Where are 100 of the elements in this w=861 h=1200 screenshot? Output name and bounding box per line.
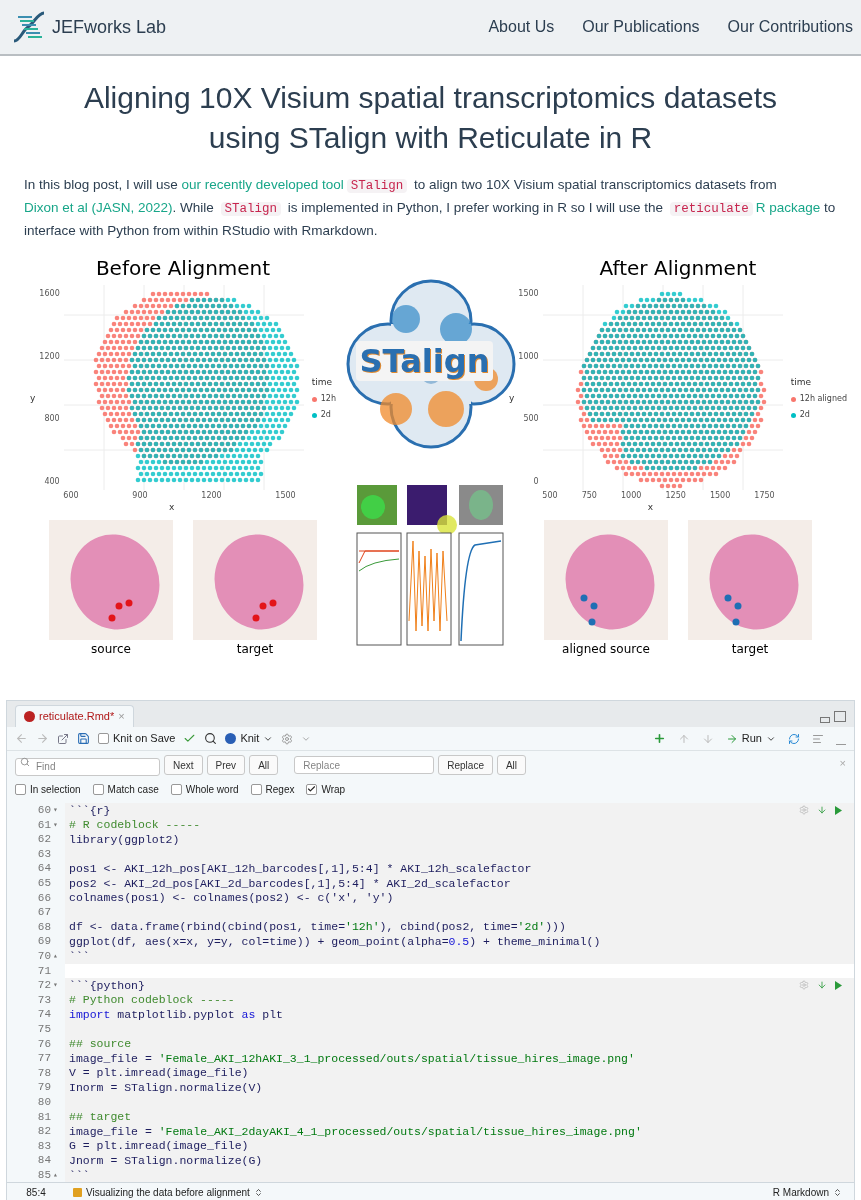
search-option[interactable]: Wrap	[306, 781, 346, 797]
image-caption: source	[91, 641, 131, 658]
image-caption: target	[236, 641, 274, 658]
publish-icon[interactable]	[788, 732, 800, 745]
code-line: df <- data.frame(rbind(cbind(pos1, time='12h'), cbind(pos2, time='2d')))	[68, 919, 566, 936]
up-down-chevron-icon	[253, 1188, 263, 1198]
code-line: ```{python}	[68, 977, 145, 994]
maximize-icon[interactable]	[834, 711, 846, 722]
line-number: 78	[37, 1065, 51, 1081]
checkbox[interactable]	[98, 733, 109, 744]
run-chunk-icon[interactable]	[835, 980, 842, 990]
replace-button[interactable]: Replace	[438, 755, 493, 775]
find-field[interactable]: Find	[15, 757, 160, 776]
tick-label: 750	[581, 490, 597, 502]
line-number: 61	[37, 817, 51, 833]
tick-label: 0	[532, 476, 539, 486]
save-icon[interactable]	[77, 732, 90, 745]
tick-label: 1250	[665, 490, 686, 502]
tick-label: 1500	[275, 490, 296, 502]
line-number: 81	[37, 1109, 51, 1125]
replace-field[interactable]: Replace	[294, 756, 435, 774]
search-option[interactable]: Match case	[92, 781, 159, 797]
nav-link[interactable]: About Us	[488, 15, 555, 39]
find-button[interactable]: Next	[164, 755, 203, 775]
code-line: image_file = 'Female_AKI_2dayAKI_4_1_processed/outs/spatial/tissue_hires_image.png'	[68, 1123, 642, 1140]
image-caption: aligned source	[562, 641, 650, 658]
line-number: 70	[37, 949, 51, 964]
find-button[interactable]: All	[249, 755, 279, 775]
line-number: 66	[37, 890, 51, 906]
nav-link[interactable]: Our Publications	[582, 15, 700, 39]
knit-button[interactable]: Knit	[225, 730, 274, 747]
line-number: 69	[37, 934, 51, 950]
popout-icon[interactable]	[57, 732, 69, 745]
code-line: # R codeblock -----	[68, 817, 201, 834]
code-line: Inorm = STalign.normalize(V)	[68, 1079, 263, 1096]
minimize-icon[interactable]	[820, 717, 830, 723]
insert-chunk-icon[interactable]	[652, 732, 666, 745]
axis-label: y	[509, 391, 515, 405]
knit-on-save-toggle[interactable]: Knit on Save	[98, 730, 176, 747]
checkbox[interactable]	[306, 783, 318, 795]
tick-label: 500	[522, 414, 539, 424]
section-selector[interactable]: Visualizing the data before alignment	[65, 1185, 263, 1200]
tick-label: 1000	[621, 490, 642, 502]
fold-toggle[interactable]: ▴	[53, 950, 58, 963]
code-line: ## target	[68, 1109, 132, 1126]
code-line: ```	[68, 948, 90, 965]
checkbox[interactable]	[170, 783, 182, 795]
tick-label: 1750	[754, 490, 775, 502]
tick-label: 400	[43, 476, 60, 486]
checkbox[interactable]	[15, 783, 26, 795]
legend-label: 2d	[799, 409, 810, 422]
down-arrow-icon[interactable]	[701, 732, 714, 745]
replace-button[interactable]: All	[496, 755, 527, 775]
outline-icon[interactable]	[812, 732, 824, 745]
run-above-icon[interactable]	[817, 805, 827, 816]
chunk-settings-icon[interactable]	[799, 805, 809, 816]
code-line: image_file = 'Female_AKI_12hAKI_3_1_processed/outs/spatial/tissue_hires_image.png'	[68, 1050, 635, 1067]
search-icon	[20, 757, 30, 767]
checkbox[interactable]	[92, 783, 104, 795]
find-button[interactable]: Prev	[206, 755, 246, 775]
file-tab[interactable]: reticulate.Rmd* ×	[15, 705, 134, 727]
legend-title: time	[311, 375, 334, 389]
line-number: 76	[37, 1036, 51, 1052]
chunk-settings-icon[interactable]	[799, 980, 809, 991]
fold-toggle[interactable]: ▾	[53, 818, 58, 831]
tick-label: 1000	[518, 351, 539, 361]
code-line: V = plt.imread(image_file)	[68, 1065, 249, 1082]
search-icon[interactable]	[204, 732, 218, 745]
code-line: library(ggplot2)	[68, 831, 180, 848]
line-number: 82	[37, 1124, 51, 1140]
fold-toggle[interactable]: ▾	[53, 979, 58, 992]
nav-link[interactable]: Our Contributions	[727, 15, 853, 39]
run-arrow-icon	[725, 732, 738, 745]
code-line: colnames(pos1) <- colnames(pos2) <- c('x', 'y')	[68, 890, 394, 907]
fold-toggle[interactable]: ▾	[53, 804, 58, 817]
forward-icon[interactable]	[36, 732, 49, 745]
legend-label: 12h aligned	[799, 393, 847, 406]
legend-title: time	[790, 375, 813, 389]
run-above-icon[interactable]	[817, 980, 827, 991]
run-button[interactable]: Run	[725, 730, 776, 747]
code-line: pos2 <- AKI_2d_pos[AKI_2d_barcodes[,1],5:4] * AKI_2d_scalefactor	[68, 875, 511, 892]
axis-label: x	[168, 502, 175, 512]
back-icon[interactable]	[15, 732, 28, 745]
run-chunk-icon[interactable]	[835, 805, 842, 815]
tick-label: 1200	[201, 490, 222, 502]
line-number: 64	[37, 861, 51, 877]
settings-icon[interactable]	[281, 732, 294, 745]
mode-selector[interactable]: R Markdown	[772, 1185, 854, 1200]
line-number: 75	[37, 1021, 51, 1037]
code-line: # Python codeblock -----	[68, 992, 235, 1009]
checkbox[interactable]	[250, 783, 262, 795]
spellcheck-icon[interactable]	[183, 732, 197, 745]
search-option[interactable]: In selection	[15, 781, 81, 797]
tick-label: 900	[132, 490, 148, 502]
search-option[interactable]: Regex	[250, 781, 295, 797]
tab-label: reticulate.Rmd*	[39, 709, 115, 725]
brand-name[interactable]: JEFworks Lab	[52, 13, 167, 41]
fold-toggle[interactable]: ▴	[53, 1169, 58, 1182]
code-line: ```	[68, 1167, 90, 1184]
search-option[interactable]: Whole word	[170, 781, 239, 797]
